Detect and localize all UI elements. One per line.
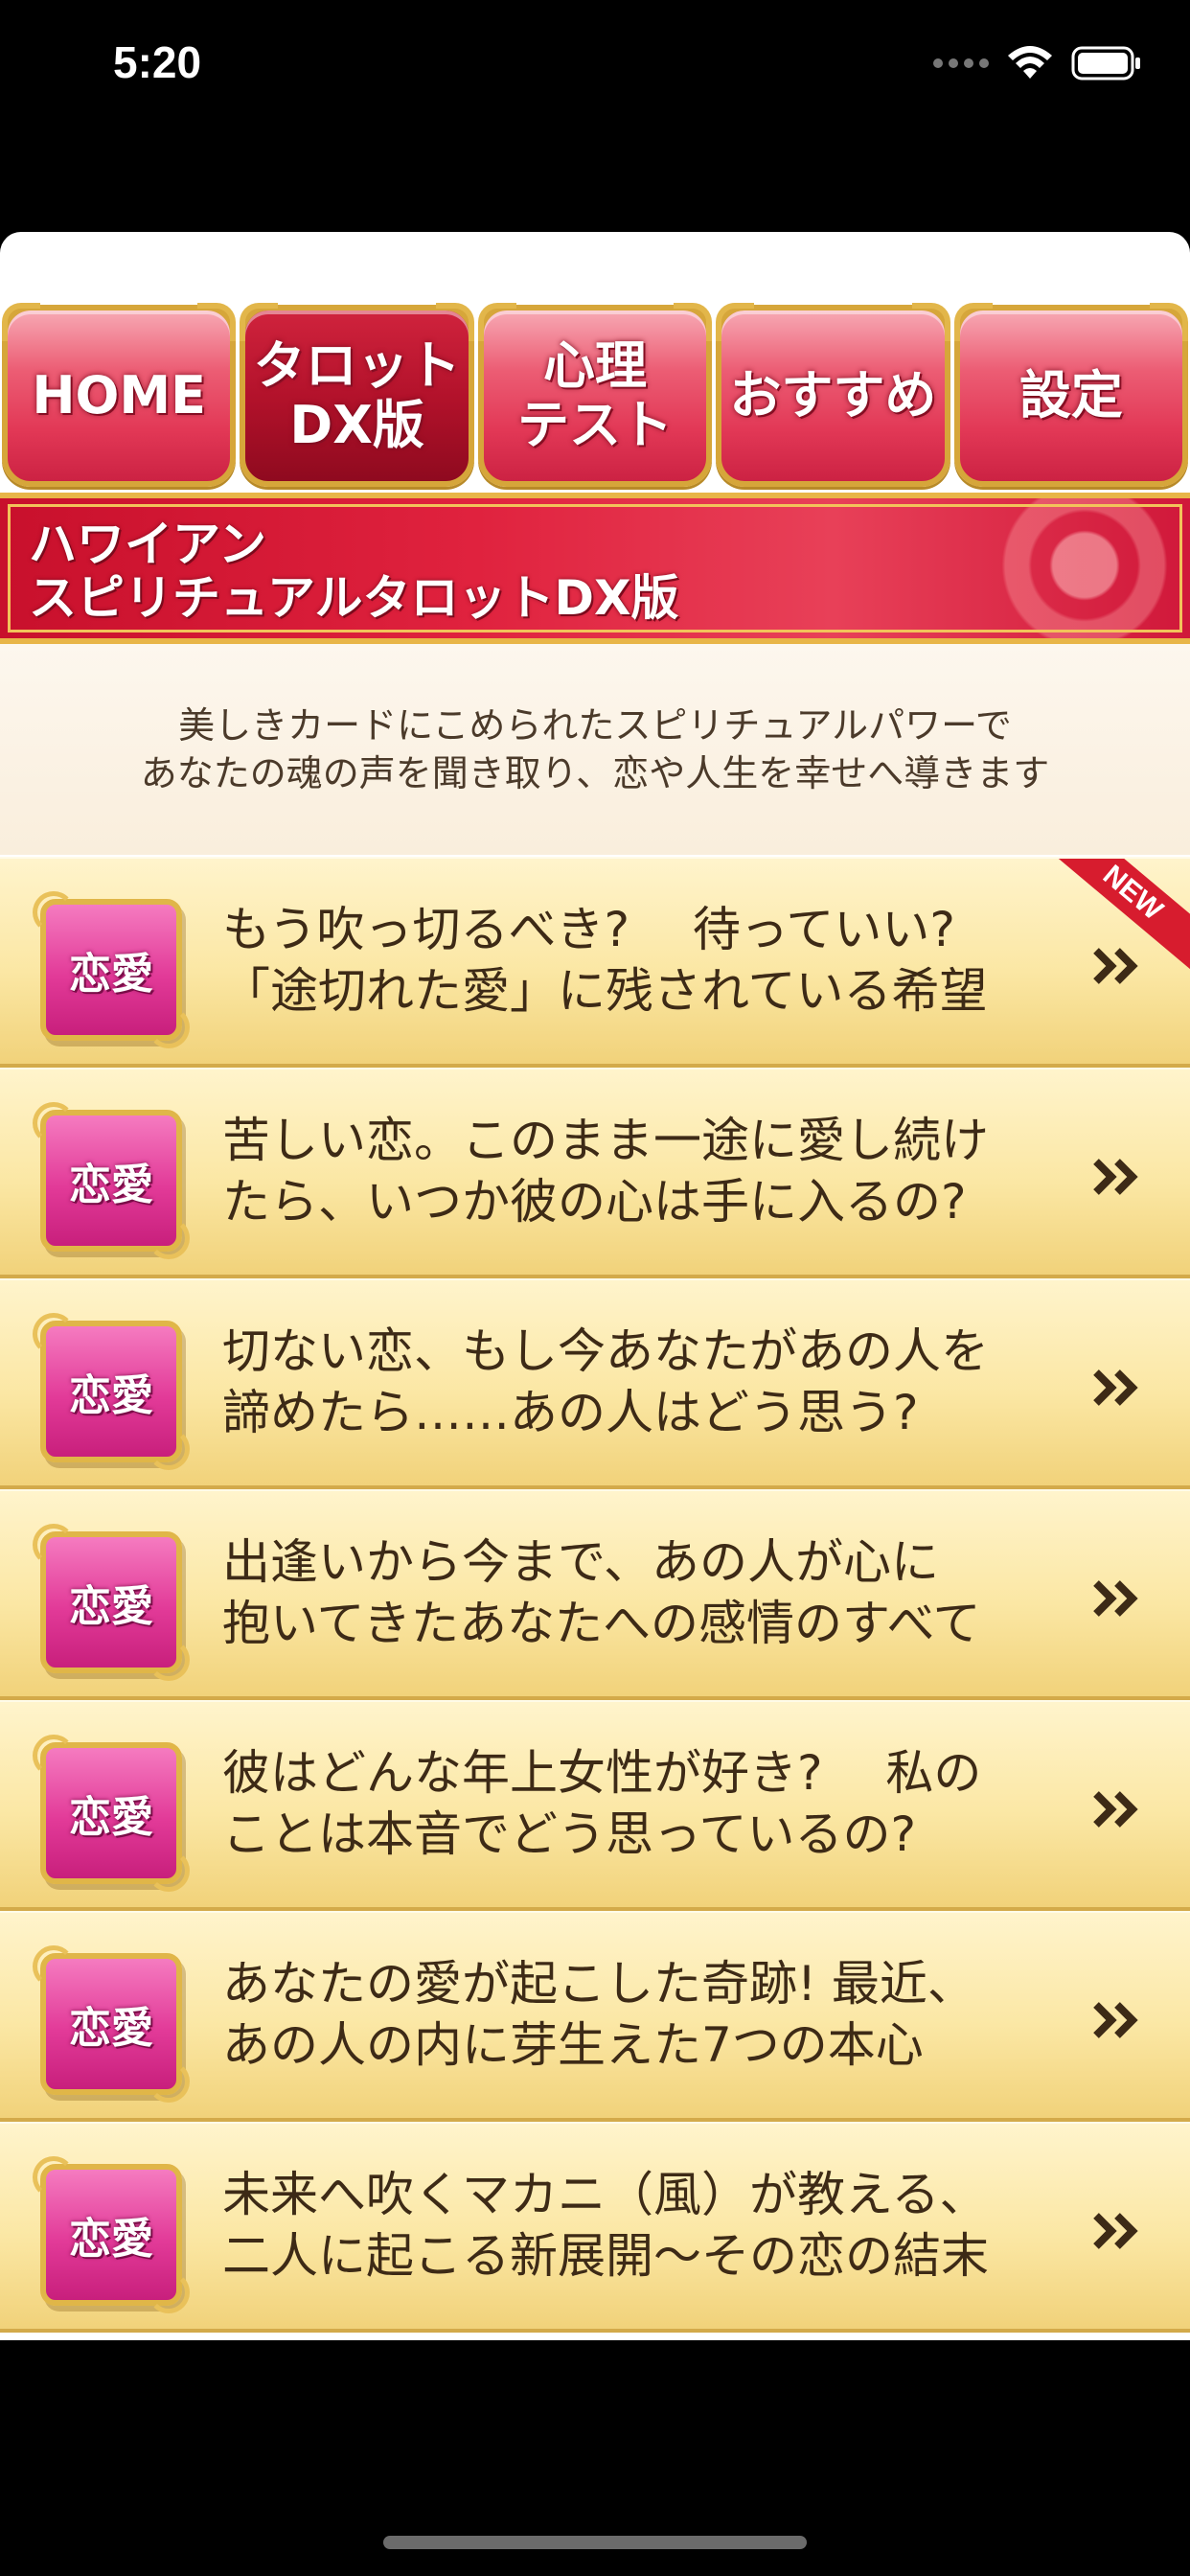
category-badge: 恋愛 — [33, 1524, 190, 1681]
title-banner: ハワイアン スピリチュアルタロットDX版 — [0, 493, 1190, 644]
double-chevron-right-icon — [1093, 1159, 1138, 1195]
item-title: もう吹っ切るべき? 待っていい? 「途切れた愛」に残されている希望 — [222, 902, 988, 1019]
item-title: 未来へ吹くマカニ（風）が教える、 二人に起こる新展開～その恋の結末 — [222, 2167, 989, 2284]
screen: 5:20 HOME タロット DX版 心理 テスト おすすめ 設定 ハワイアン … — [0, 0, 1190, 2576]
category-badge: 恋愛 — [33, 1945, 190, 2103]
tab-row: HOME タロット DX版 心理 テスト おすすめ 設定 — [0, 303, 1190, 493]
intro-line-1: 美しきカードにこめられたスピリチュアルパワーで — [178, 704, 1012, 747]
category-badge: 恋愛 — [33, 1313, 190, 1470]
status-bar: 5:20 — [0, 0, 1190, 134]
status-time: 5:20 — [113, 37, 202, 87]
menu-list: 恋愛 もう吹っ切るべき? 待っていい? 「途切れた愛」に残されている希望 NEW… — [0, 857, 1190, 2333]
item-title: 苦しい恋。このまま一途に愛し続け たら、いつか彼の心は手に入るの? — [222, 1113, 989, 1230]
tab-home[interactable]: HOME — [2, 303, 237, 487]
battery-icon — [1071, 46, 1140, 80]
tab-settings[interactable]: 設定 — [953, 303, 1189, 487]
tab-label: タロット DX版 — [253, 335, 461, 455]
item-title: 彼はどんな年上女性が好き? 私の ことは本音でどう思っているの? — [222, 1745, 982, 1862]
category-badge: 恋愛 — [33, 1102, 190, 1259]
intro-text: 美しきカードにこめられたスピリチュアルパワーで あなたの魂の声を聞き取り、恋や人… — [0, 644, 1190, 855]
tab-label: 設定 — [1018, 365, 1123, 426]
category-badge: 恋愛 — [33, 1735, 190, 1892]
list-item[interactable]: 恋愛 切ない恋、もし今あなたがあの人を 諦めたら……あの人はどう思う? — [0, 1278, 1190, 1489]
list-item[interactable]: 恋愛 彼はどんな年上女性が好き? 私の ことは本音でどう思っているの? — [0, 1700, 1190, 1911]
tab-label: おすすめ — [729, 365, 937, 426]
double-chevron-right-icon — [1093, 1369, 1138, 1406]
item-title: 出逢いから今まで、あの人が心に 抱いてきたあなたへの感情のすべて — [222, 1534, 981, 1651]
item-title: あなたの愛が起こした奇跡! 最近、 あの人の内に芽生えた7つの本心 — [222, 1956, 975, 2073]
category-badge: 恋愛 — [33, 2156, 190, 2313]
item-title: 切ない恋、もし今あなたがあの人を 諦めたら……あの人はどう思う? — [222, 1323, 989, 1440]
list-item[interactable]: 恋愛 苦しい恋。このまま一途に愛し続け たら、いつか彼の心は手に入るの? — [0, 1068, 1190, 1278]
category-badge: 恋愛 — [33, 891, 190, 1048]
list-item[interactable]: 恋愛 もう吹っ切るべき? 待っていい? 「途切れた愛」に残されている希望 NEW — [0, 857, 1190, 1068]
tab-tarot-dx[interactable]: タロット DX版 — [240, 303, 474, 487]
home-indicator[interactable] — [383, 2536, 807, 2549]
status-icons — [933, 42, 1142, 84]
list-item[interactable]: 恋愛 未来へ吹くマカニ（風）が教える、 二人に起こる新展開～その恋の結末 — [0, 2122, 1190, 2333]
tab-psychology-test[interactable]: 心理 テスト — [477, 303, 713, 487]
wifi-icon — [1008, 46, 1052, 79]
tab-recommend[interactable]: おすすめ — [716, 303, 950, 487]
double-chevron-right-icon — [1093, 2213, 1138, 2249]
intro-line-2: あなたの魂の声を聞き取り、恋や人生を幸せへ導きます — [140, 752, 1050, 794]
list-item[interactable]: 恋愛 出逢いから今まで、あの人が心に 抱いてきたあなたへの感情のすべて — [0, 1489, 1190, 1700]
tab-bar: HOME タロット DX版 心理 テスト おすすめ 設定 ハワイアン スピリチュ… — [0, 303, 1190, 855]
banner-title: ハワイアン スピリチュアルタロットDX版 — [29, 517, 679, 626]
double-chevron-right-icon — [1093, 2002, 1138, 2038]
content-area: HOME タロット DX版 心理 テスト おすすめ 設定 ハワイアン スピリチュ… — [0, 232, 1190, 2340]
tab-label: 心理 テスト — [517, 335, 674, 455]
double-chevron-right-icon — [1093, 1580, 1138, 1617]
tab-label: HOME — [32, 365, 207, 426]
double-chevron-right-icon — [1093, 948, 1138, 984]
double-chevron-right-icon — [1093, 1791, 1138, 1828]
list-item[interactable]: 恋愛 あなたの愛が起こした奇跡! 最近、 あの人の内に芽生えた7つの本心 — [0, 1911, 1190, 2122]
signal-icon — [933, 58, 989, 68]
